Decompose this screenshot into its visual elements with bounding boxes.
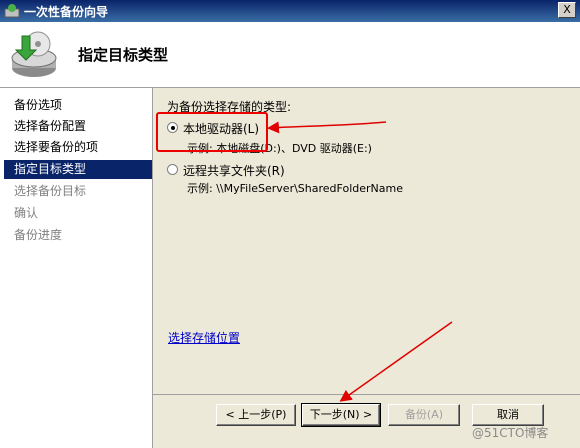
annotation-arrow-lower <box>339 321 453 402</box>
annotation-arrows <box>267 121 453 402</box>
annotation-arrow-upper <box>267 121 387 134</box>
watermark: @51CTO博客 <box>472 426 549 440</box>
